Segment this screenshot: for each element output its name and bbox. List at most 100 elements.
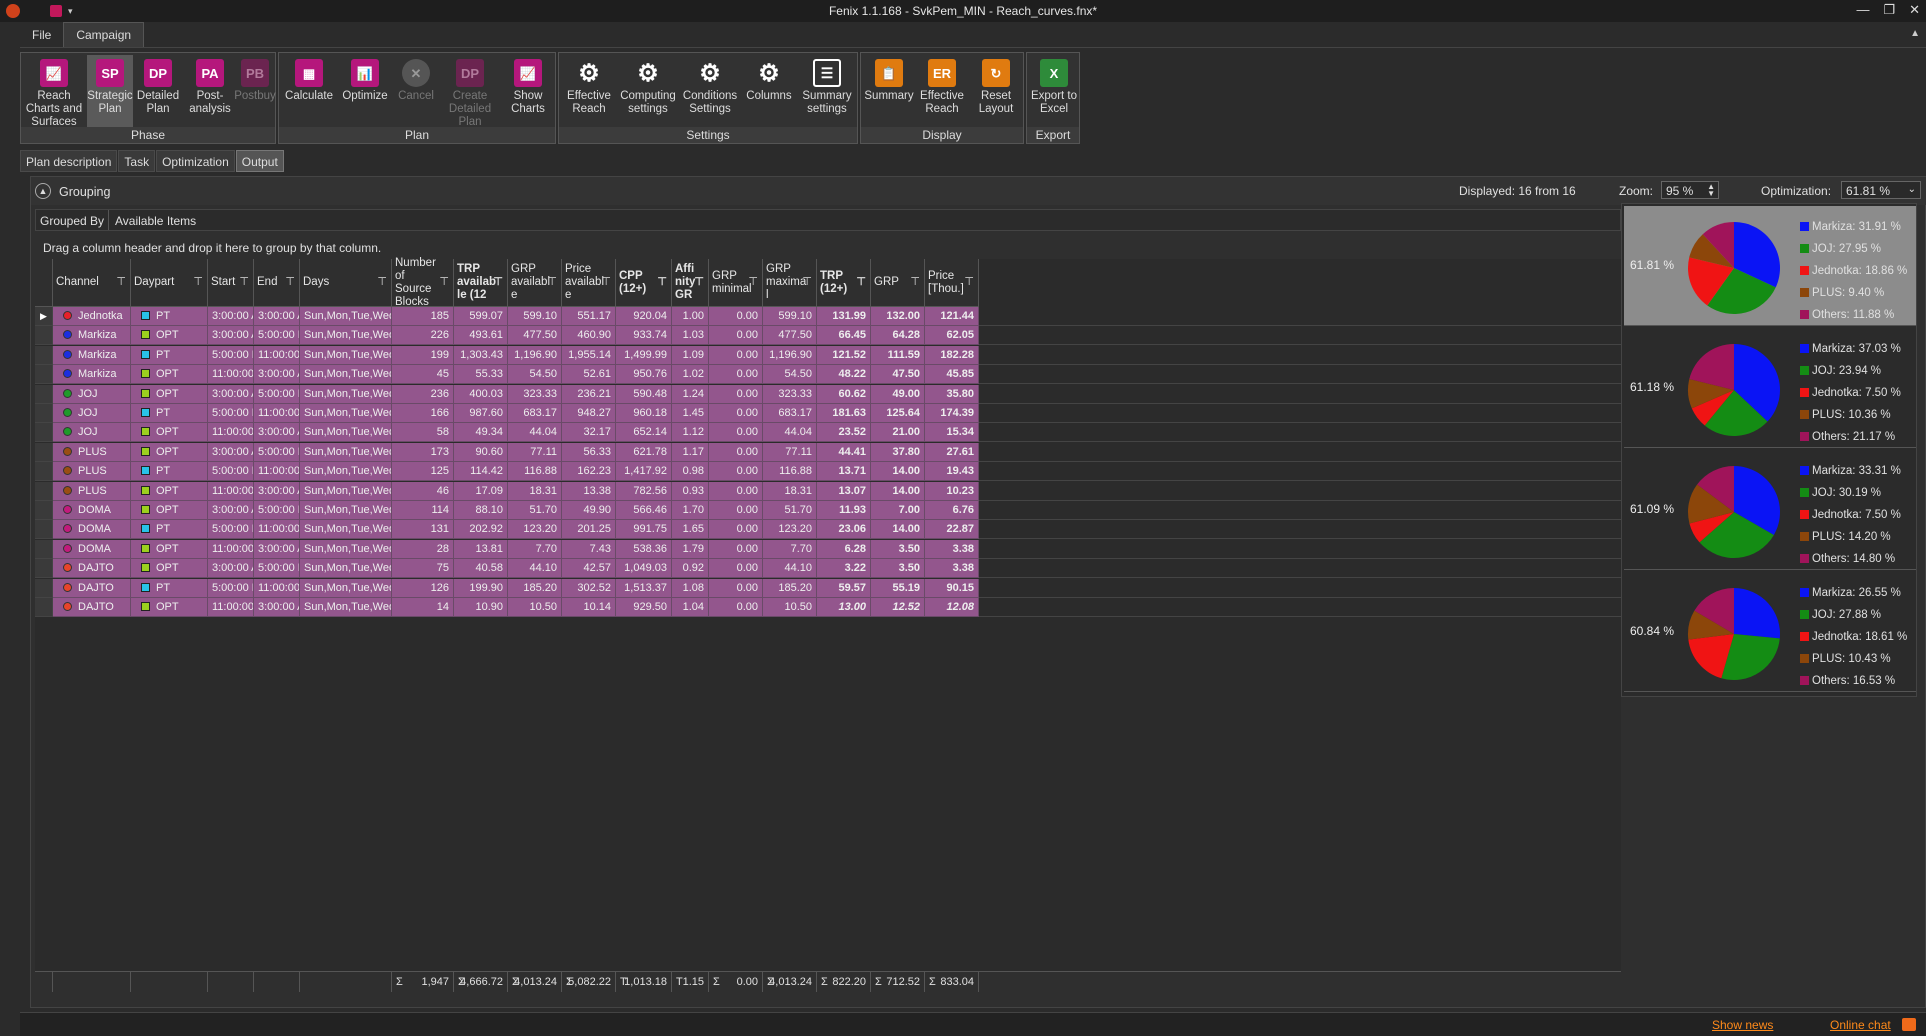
table-cell-channel[interactable]: Jednotka xyxy=(53,307,131,326)
table-cell-daypart[interactable]: OPT xyxy=(131,365,208,385)
table-cell-daypart[interactable]: OPT xyxy=(131,442,208,462)
table-cell-trp[interactable]: 131.99 xyxy=(817,307,871,326)
table-cell-source-blocks[interactable]: 185 xyxy=(392,307,454,326)
table-cell-daypart[interactable]: PT xyxy=(131,520,208,540)
table-cell-grp-minimal[interactable]: 0.00 xyxy=(709,384,763,404)
table-cell-price-available[interactable]: 1,955.14 xyxy=(562,345,616,365)
table-cell-trp-available[interactable]: 202.92 xyxy=(454,520,508,540)
reach-charts-button[interactable]: 📈 Reach Charts and Surfaces xyxy=(23,55,85,128)
table-cell-days[interactable]: Sun,Mon,Tue,Wed,Th xyxy=(300,539,392,559)
table-cell-trp[interactable]: 59.57 xyxy=(817,578,871,598)
column-header-affinity[interactable]: Affi nity GR ⊤ xyxy=(672,259,709,307)
table-cell-affinity[interactable]: 1.24 xyxy=(672,384,709,404)
table-cell-grp-available[interactable]: 599.10 xyxy=(508,307,562,326)
table-cell-source-blocks[interactable]: 226 xyxy=(392,326,454,346)
table-cell-cpp[interactable]: 933.74 xyxy=(616,326,672,346)
table-cell-cpp[interactable]: 960.18 xyxy=(616,404,672,423)
row-selector[interactable] xyxy=(35,501,53,520)
table-cell-grp[interactable]: 47.50 xyxy=(871,365,925,385)
table-cell-grp-minimal[interactable]: 0.00 xyxy=(709,559,763,579)
table-cell-affinity[interactable]: 1.17 xyxy=(672,442,709,462)
column-header-grp[interactable]: GRP ⊤ xyxy=(871,259,925,307)
row-selector[interactable] xyxy=(35,481,53,501)
table-cell-grp-available[interactable]: 51.70 xyxy=(508,501,562,520)
optimization-result-card[interactable]: 60.84 % Markiza: 26.55 % JOJ: 27.88 % Jedno… xyxy=(1624,572,1916,692)
filter-icon[interactable]: ⊤ xyxy=(694,276,704,289)
group-by-area[interactable]: Grouped By Available Items xyxy=(35,209,1621,231)
table-cell-grp[interactable]: 3.50 xyxy=(871,539,925,559)
table-cell-channel[interactable]: JOJ xyxy=(53,384,131,404)
table-cell-price-available[interactable]: 10.14 xyxy=(562,598,616,617)
table-cell-trp[interactable]: 60.62 xyxy=(817,384,871,404)
table-cell-grp-minimal[interactable]: 0.00 xyxy=(709,307,763,326)
table-cell-price-available[interactable]: 52.61 xyxy=(562,365,616,385)
table-cell-trp[interactable]: 6.28 xyxy=(817,539,871,559)
table-cell-price-available[interactable]: 42.57 xyxy=(562,559,616,579)
table-cell-start[interactable]: 3:00:00 AM xyxy=(208,501,254,520)
row-selector[interactable] xyxy=(35,559,53,579)
table-cell-affinity[interactable]: 1.00 xyxy=(672,307,709,326)
table-cell-daypart[interactable]: OPT xyxy=(131,481,208,501)
table-cell-price-available[interactable]: 162.23 xyxy=(562,462,616,482)
table-cell-channel[interactable]: DAJTO xyxy=(53,598,131,617)
computing-settings-button[interactable]: ⚙ Computing settings xyxy=(617,55,679,127)
filter-icon[interactable]: ⊤ xyxy=(657,276,667,289)
table-cell-price[interactable]: 90.15 xyxy=(925,578,979,598)
table-cell-cpp[interactable]: 1,049.03 xyxy=(616,559,672,579)
table-cell-trp[interactable]: 13.07 xyxy=(817,481,871,501)
table-cell-grp-minimal[interactable]: 0.00 xyxy=(709,520,763,540)
table-cell-grp-maximal[interactable]: 54.50 xyxy=(763,365,817,385)
table-cell-price-available[interactable]: 13.38 xyxy=(562,481,616,501)
table-cell-trp[interactable]: 48.22 xyxy=(817,365,871,385)
table-cell-trp[interactable]: 66.45 xyxy=(817,326,871,346)
table-cell-start[interactable]: 3:00:00 AM xyxy=(208,307,254,326)
table-cell-grp-minimal[interactable]: 0.00 xyxy=(709,481,763,501)
table-cell-channel[interactable]: DOMA xyxy=(53,501,131,520)
table-cell-cpp[interactable]: 929.50 xyxy=(616,598,672,617)
table-cell-grp-minimal[interactable]: 0.00 xyxy=(709,404,763,423)
table-cell-source-blocks[interactable]: 14 xyxy=(392,598,454,617)
table-cell-trp[interactable]: 181.63 xyxy=(817,404,871,423)
table-cell-price-available[interactable]: 551.17 xyxy=(562,307,616,326)
table-cell-affinity[interactable]: 1.65 xyxy=(672,520,709,540)
detailed-plan-button[interactable]: DP Detailed Plan xyxy=(135,55,181,127)
table-cell-start[interactable]: 5:00:00 PM xyxy=(208,404,254,423)
table-cell-trp[interactable]: 13.71 xyxy=(817,462,871,482)
table-cell-cpp[interactable]: 782.56 xyxy=(616,481,672,501)
table-cell-source-blocks[interactable]: 114 xyxy=(392,501,454,520)
table-cell-grp[interactable]: 132.00 xyxy=(871,307,925,326)
show-charts-button[interactable]: 📈 Show Charts xyxy=(501,55,555,127)
table-cell-end[interactable]: 11:00:00 PM xyxy=(254,462,300,482)
table-cell-start[interactable]: 11:00:00 PM xyxy=(208,539,254,559)
tab-output[interactable]: Output xyxy=(235,150,284,172)
table-cell-trp[interactable]: 121.52 xyxy=(817,345,871,365)
table-cell-days[interactable]: Sun,Mon,Tue,Wed,Th xyxy=(300,423,392,443)
table-cell-affinity[interactable]: 1.12 xyxy=(672,423,709,443)
table-cell-daypart[interactable]: OPT xyxy=(131,384,208,404)
table-cell-end[interactable]: 5:00:00 PM xyxy=(254,384,300,404)
table-cell-end[interactable]: 3:00:00 AM xyxy=(254,365,300,385)
table-cell-grp[interactable]: 21.00 xyxy=(871,423,925,443)
table-cell-grp-maximal[interactable]: 116.88 xyxy=(763,462,817,482)
table-cell-price-available[interactable]: 460.90 xyxy=(562,326,616,346)
table-cell-grp-minimal[interactable]: 0.00 xyxy=(709,539,763,559)
filter-icon[interactable]: ⊤ xyxy=(193,276,203,289)
table-cell-channel[interactable]: PLUS xyxy=(53,481,131,501)
table-cell-grp-available[interactable]: 683.17 xyxy=(508,404,562,423)
table-cell-grp-maximal[interactable]: 599.10 xyxy=(763,307,817,326)
table-cell-trp-available[interactable]: 49.34 xyxy=(454,423,508,443)
table-cell-affinity[interactable]: 1.79 xyxy=(672,539,709,559)
table-cell-trp-available[interactable]: 40.58 xyxy=(454,559,508,579)
optimization-result-card[interactable]: 61.09 % Markiza: 33.31 % JOJ: 30.19 % Jedno… xyxy=(1624,450,1916,570)
table-cell-affinity[interactable]: 1.02 xyxy=(672,365,709,385)
table-cell-source-blocks[interactable]: 58 xyxy=(392,423,454,443)
table-cell-source-blocks[interactable]: 236 xyxy=(392,384,454,404)
table-cell-days[interactable]: Sun,Mon,Tue,Wed,Th xyxy=(300,442,392,462)
table-cell-end[interactable]: 5:00:00 PM xyxy=(254,501,300,520)
table-cell-end[interactable]: 11:00:00 PM xyxy=(254,520,300,540)
table-cell-cpp[interactable]: 920.04 xyxy=(616,307,672,326)
table-cell-trp-available[interactable]: 493.61 xyxy=(454,326,508,346)
table-cell-grp[interactable]: 14.00 xyxy=(871,520,925,540)
filter-icon[interactable]: ⊤ xyxy=(910,276,920,289)
table-cell-affinity[interactable]: 1.08 xyxy=(672,578,709,598)
